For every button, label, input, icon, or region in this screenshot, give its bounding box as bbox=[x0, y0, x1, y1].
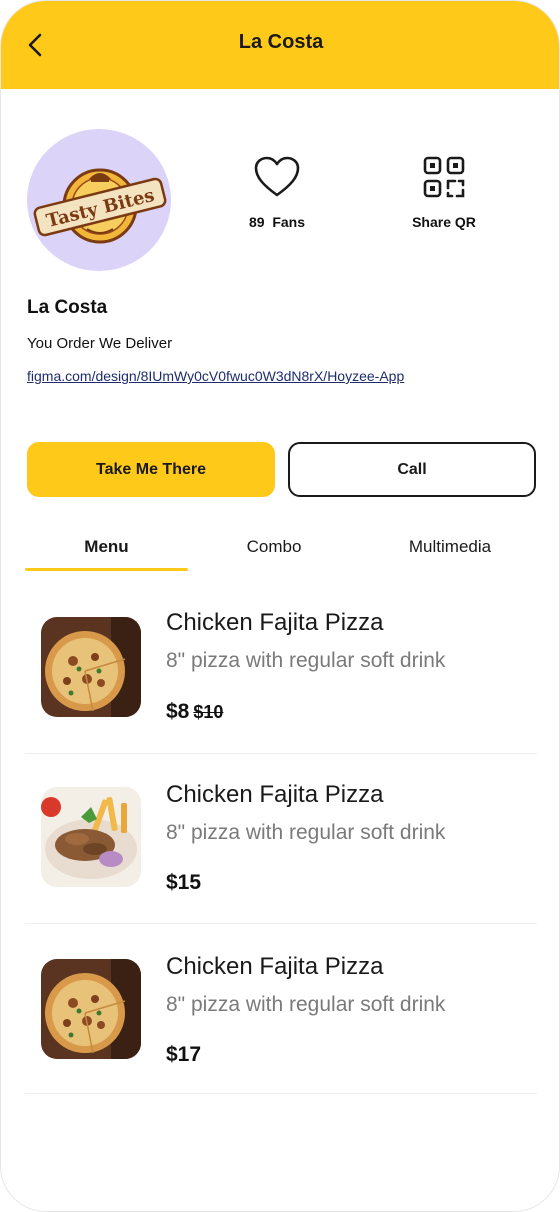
menu-item[interactable]: Chicken Fajita Pizza 8" pizza with regul… bbox=[25, 583, 537, 754]
item-old-price: $10 bbox=[193, 702, 224, 722]
fajita-image bbox=[41, 787, 141, 887]
tab-combo[interactable]: Combo bbox=[190, 537, 358, 557]
item-description: 8" pizza with regular soft drink bbox=[166, 649, 446, 672]
pizza-image bbox=[41, 617, 141, 717]
pizza-image bbox=[41, 959, 141, 1059]
fans-stat[interactable]: 89 Fans bbox=[227, 155, 327, 230]
restaurant-logo: Tasty Bites bbox=[27, 129, 171, 271]
restaurant-link[interactable]: figma.com/design/8IUmWy0cV0fwuc0W3dN8rX/… bbox=[27, 366, 407, 387]
top-app-bar: La Costa bbox=[1, 1, 559, 89]
share-qr-label: Share QR bbox=[412, 214, 476, 230]
item-description: 8" pizza with regular soft drink bbox=[166, 821, 446, 844]
item-name: Chicken Fajita Pizza bbox=[166, 953, 384, 980]
phone-screen: La Costa Tasty Bites 89 Fans Share QR La… bbox=[0, 0, 560, 1212]
page-title: La Costa bbox=[238, 31, 324, 53]
item-price-group: $8 $10 bbox=[166, 700, 223, 724]
item-price: $8 bbox=[166, 700, 190, 723]
item-price: $17 bbox=[166, 1043, 202, 1066]
item-name: Chicken Fajita Pizza bbox=[166, 609, 384, 636]
item-description: 8" pizza with regular soft drink bbox=[166, 993, 446, 1016]
menu-tabs: Menu Combo Multimedia bbox=[25, 531, 537, 573]
active-tab-indicator bbox=[25, 568, 188, 571]
menu-item[interactable]: Chicken Fajita Pizza 8" pizza with regul… bbox=[25, 753, 537, 924]
item-price: $15 bbox=[166, 871, 202, 894]
qr-code-icon bbox=[423, 156, 465, 198]
tab-menu[interactable]: Menu bbox=[25, 537, 188, 557]
menu-item[interactable]: Chicken Fajita Pizza 8" pizza with regul… bbox=[25, 923, 537, 1094]
call-button[interactable]: Call bbox=[288, 442, 536, 497]
item-name: Chicken Fajita Pizza bbox=[166, 781, 384, 808]
restaurant-name: La Costa bbox=[27, 297, 108, 318]
fans-count-label: 89 Fans bbox=[248, 214, 306, 230]
share-qr-stat[interactable]: Share QR bbox=[394, 155, 494, 230]
heart-icon bbox=[254, 156, 300, 197]
tab-multimedia[interactable]: Multimedia bbox=[365, 537, 535, 557]
restaurant-tagline: You Order We Deliver bbox=[27, 335, 173, 352]
take-me-there-button[interactable]: Take Me There bbox=[27, 442, 275, 497]
